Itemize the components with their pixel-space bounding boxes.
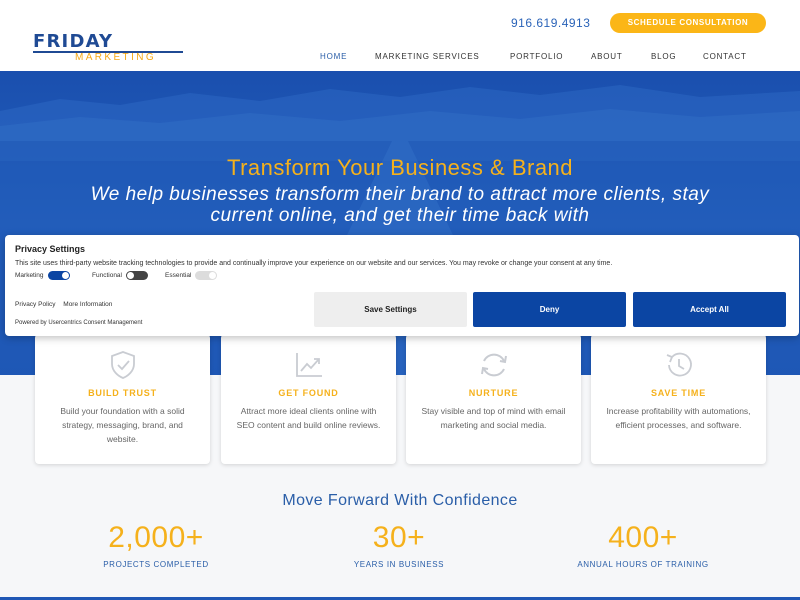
stat-projects: 2,000+ PROJECTS COMPLETED [56, 520, 256, 569]
site-header: FRIDAY MARKETING 916.619.4913 SCHEDULE C… [0, 0, 800, 71]
stat-years: 30+ YEARS IN BUSINESS [299, 520, 499, 569]
card-text: Stay visible and top of mind with email … [421, 406, 566, 430]
logo-subtitle: MARKETING [75, 52, 157, 63]
stat-label: PROJECTS COMPLETED [103, 560, 209, 569]
card-save-time[interactable]: SAVE TIME Increase profitability with au… [591, 334, 766, 464]
stat-training: 400+ ANNUAL HOURS OF TRAINING [543, 520, 743, 569]
deny-button[interactable]: Deny [473, 292, 626, 327]
nav-about[interactable]: ABOUT [591, 52, 623, 61]
card-text: Attract more ideal clients online with S… [236, 406, 381, 430]
card-title: BUILD TRUST [88, 388, 157, 398]
toggle-marketing[interactable]: Marketing [15, 271, 70, 280]
stat-value: 2,000+ [108, 521, 204, 554]
card-build-trust[interactable]: BUILD TRUST Build your foundation with a… [35, 334, 210, 464]
toggle-label: Marketing [15, 272, 44, 279]
consent-links: Privacy Policy More Information [15, 301, 118, 308]
toggle-essential: Essential [165, 271, 218, 280]
friday-marketing-logo[interactable]: FRIDAY MARKETING [33, 32, 185, 64]
powered-by-text: Powered by Usercentrics Consent Manageme… [15, 320, 143, 326]
card-title: NURTURE [468, 388, 519, 398]
card-title: SAVE TIME [650, 388, 707, 398]
history-clock-icon [666, 352, 692, 377]
logo-wordmark: FRIDAY [33, 31, 114, 52]
stat-value: 30+ [372, 521, 426, 554]
nav-contact[interactable]: CONTACT [703, 52, 747, 61]
toggle-label: Functional [92, 272, 122, 279]
hero-subtitle: We help businesses transform their brand… [90, 184, 710, 226]
nav-blog[interactable]: BLOG [651, 52, 676, 61]
toggle-functional[interactable]: Functional [92, 271, 148, 280]
schedule-consultation-button[interactable]: SCHEDULE CONSULTATION [610, 13, 766, 33]
toggle-switch-on[interactable] [47, 271, 70, 280]
toggle-switch-off[interactable] [126, 271, 148, 280]
consent-description: This site uses third-party website track… [15, 260, 613, 267]
card-text: Build your foundation with a solid strat… [60, 406, 185, 444]
consent-title: Privacy Settings [15, 244, 86, 254]
toggle-switch-disabled [195, 271, 218, 280]
accept-all-button[interactable]: Accept All [633, 292, 786, 327]
privacy-consent-banner: Privacy Settings This site uses third-pa… [5, 235, 799, 336]
stat-label: YEARS IN BUSINESS [353, 560, 445, 569]
stat-value: 400+ [608, 521, 678, 554]
hero-title: Transform Your Business & Brand [226, 155, 574, 180]
nav-marketing-services[interactable]: MARKETING SERVICES [375, 52, 480, 61]
nav-portfolio[interactable]: PORTFOLIO [510, 52, 563, 61]
card-title: GET FOUND [278, 388, 339, 398]
save-settings-button[interactable]: Save Settings [314, 292, 467, 327]
phone-link[interactable]: 916.619.4913 [511, 16, 590, 30]
shield-check-icon [111, 351, 135, 379]
stat-label: ANNUAL HOURS OF TRAINING [577, 560, 709, 569]
chart-trend-icon [296, 353, 322, 377]
more-information-link[interactable]: More Information [63, 301, 112, 308]
stats-title: Move Forward With Confidence [282, 492, 518, 509]
card-nurture[interactable]: NURTURE Stay visible and top of mind wit… [406, 334, 581, 464]
card-get-found[interactable]: GET FOUND Attract more ideal clients onl… [221, 334, 396, 464]
nav-home[interactable]: HOME [320, 52, 347, 61]
privacy-policy-link[interactable]: Privacy Policy [15, 301, 55, 308]
card-text: Increase profitability with automations,… [606, 406, 751, 430]
toggle-label: Essential [165, 272, 192, 279]
refresh-icon [481, 353, 507, 377]
